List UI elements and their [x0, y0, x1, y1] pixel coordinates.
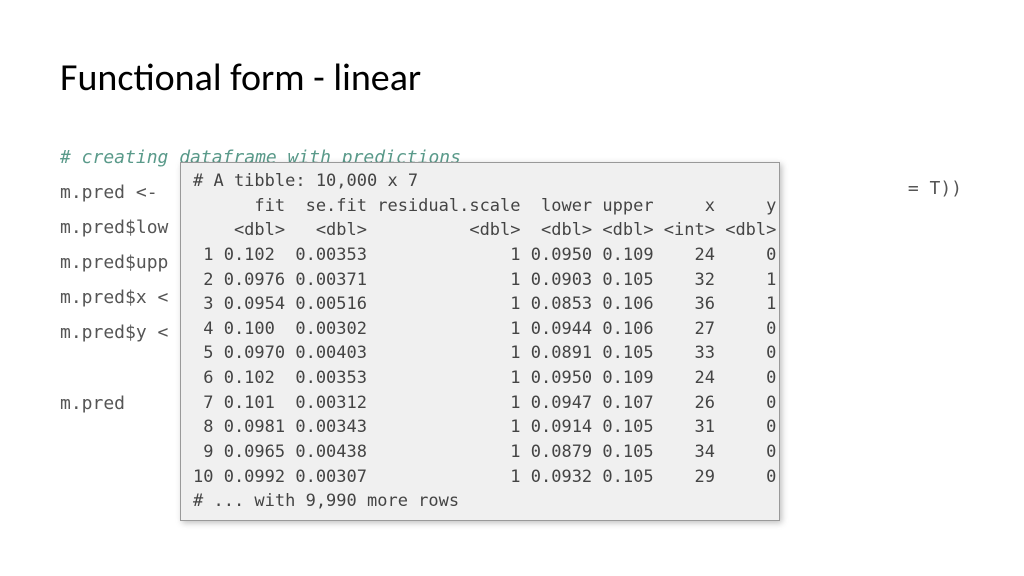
tibble-footer: # ... with 9,990 more rows — [193, 491, 459, 511]
tibble-row: 2 0.0976 0.00371 1 0.0903 0.105 32 1 — [193, 270, 776, 290]
tibble-column-names: fit se.fit residual.scale lower upper x … — [193, 196, 776, 216]
tibble-row: 3 0.0954 0.00516 1 0.0853 0.106 36 1 — [193, 294, 776, 314]
tibble-output-box: # A tibble: 10,000 x 7 fit se.fit residu… — [180, 162, 780, 521]
code-line: m.pred$upp — [60, 252, 168, 273]
code-line: m.pred <- — [60, 182, 168, 203]
tibble-header: # A tibble: 10,000 x 7 — [193, 171, 418, 191]
tibble-row: 9 0.0965 0.00438 1 0.0879 0.105 34 0 — [193, 442, 776, 462]
tibble-column-types: <dbl> <dbl> <dbl> <dbl> <dbl> <int> <dbl… — [193, 220, 776, 240]
tibble-row: 7 0.101 0.00312 1 0.0947 0.107 26 0 — [193, 393, 776, 413]
tibble-row: 10 0.0992 0.00307 1 0.0932 0.105 29 0 — [193, 467, 776, 487]
tibble-row: 6 0.102 0.00353 1 0.0950 0.109 24 0 — [193, 368, 776, 388]
code-fragment-right: = T)) — [908, 178, 962, 199]
code-line: m.pred — [60, 393, 125, 414]
tibble-row: 8 0.0981 0.00343 1 0.0914 0.105 31 0 — [193, 417, 776, 437]
tibble-row: 5 0.0970 0.00403 1 0.0891 0.105 33 0 — [193, 343, 776, 363]
code-line: m.pred$low — [60, 217, 168, 238]
code-line: m.pred$x < — [60, 287, 168, 308]
code-line: m.pred$y < — [60, 322, 168, 343]
slide-title: Functional form - linear — [60, 55, 421, 101]
tibble-row: 4 0.100 0.00302 1 0.0944 0.106 27 0 — [193, 319, 776, 339]
tibble-row: 1 0.102 0.00353 1 0.0950 0.109 24 0 — [193, 245, 776, 265]
